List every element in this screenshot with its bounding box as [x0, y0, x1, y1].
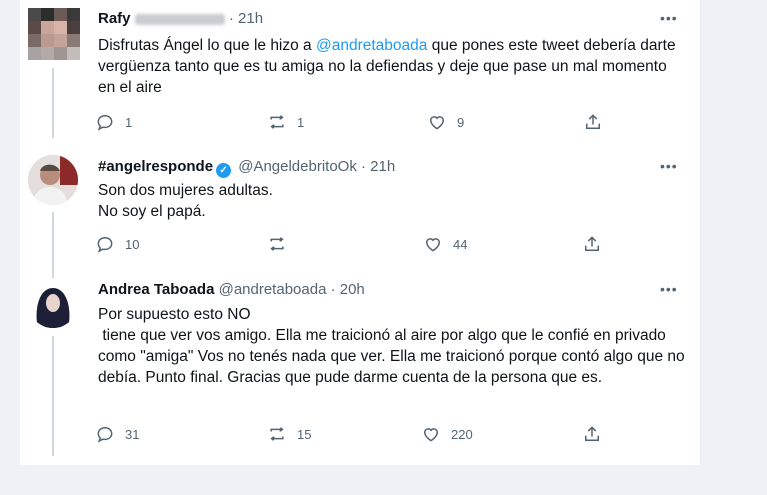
retweet-button[interactable]: 1 [267, 112, 304, 132]
tweet-text: Disfrutas Ángel lo que le hizo a @andret… [98, 35, 688, 98]
author-name[interactable]: Rafy [98, 10, 131, 27]
retweet-icon [270, 427, 284, 441]
like-count: 9 [457, 114, 465, 130]
thread-line [52, 68, 54, 138]
reply-count: 10 [125, 236, 140, 252]
share-button[interactable] [582, 234, 612, 254]
like-button[interactable]: 44 [423, 234, 467, 254]
heart-icon [423, 428, 439, 442]
reply-icon [97, 236, 113, 253]
retweet-button[interactable]: 15 [267, 424, 311, 444]
verified-badge-icon: ✓ [216, 163, 232, 178]
share-icon [585, 426, 599, 441]
share-button[interactable] [583, 112, 613, 132]
more-options-icon[interactable]: ••• [660, 281, 678, 297]
author-handle[interactable]: @AngeldebritoOk · 21h [238, 158, 395, 175]
avatar-image [28, 155, 78, 205]
reply-button[interactable]: 1 [95, 112, 132, 132]
share-button[interactable] [582, 424, 612, 444]
pixelated-avatar-image [28, 8, 80, 60]
retweet-count: 15 [297, 426, 312, 442]
like-button[interactable]: 220 [421, 424, 473, 444]
tweet-text: Por supuesto esto NO tiene que ver vos a… [98, 304, 688, 388]
reply-button[interactable]: 10 [95, 234, 139, 254]
avatar-image [28, 278, 78, 328]
retweet-button[interactable] [267, 234, 297, 254]
tweet-header: Andrea Taboada @andretaboada · 20h [98, 281, 365, 298]
tweet-time[interactable]: · 21h [229, 10, 263, 27]
reply-button[interactable]: 31 [95, 424, 139, 444]
heart-icon [425, 238, 441, 252]
more-options-icon[interactable]: ••• [660, 10, 678, 26]
avatar-pixelated[interactable] [28, 8, 80, 60]
like-count: 44 [453, 236, 468, 252]
reply-icon [97, 114, 113, 131]
tweet-line: No soy el papá. [98, 203, 206, 220]
share-icon [585, 236, 599, 251]
tweet-actions: 1 1 9 [95, 112, 635, 134]
mention-link[interactable]: @andretaboada [316, 37, 427, 54]
share-icon [586, 114, 600, 129]
retweet-icon [270, 115, 284, 129]
tweet-text-part: Disfrutas Ángel lo que le hizo a [98, 37, 316, 54]
reply-icon [97, 426, 113, 443]
like-button[interactable]: 9 [427, 112, 464, 132]
author-handle[interactable]: @andretaboada · 20h [219, 281, 365, 298]
avatar[interactable] [28, 155, 78, 205]
tweet-actions: 31 15 220 [95, 424, 635, 446]
blurred-handle [134, 13, 225, 25]
reply-count: 1 [125, 114, 133, 130]
tweet-header: Rafy · 21h [98, 10, 263, 27]
tweet-text: Son dos mujeres adultas. No soy el papá. [98, 180, 688, 222]
tweet-line: Son dos mujeres adultas. [98, 182, 273, 199]
thread-line [52, 212, 54, 282]
author-name[interactable]: #angelresponde [98, 158, 213, 175]
tweet-line: Por supuesto esto NO [98, 306, 251, 323]
heart-icon [429, 116, 445, 130]
tweet-header: #angelresponde ✓ @AngeldebritoOk · 21h [98, 158, 395, 178]
reply-count: 31 [125, 426, 140, 442]
more-options-icon[interactable]: ••• [660, 158, 678, 174]
retweet-icon [270, 237, 284, 251]
thread-line [52, 336, 54, 456]
tweet-line: tiene que ver vos amigo. Ella me traicio… [98, 327, 689, 386]
like-count: 220 [451, 426, 473, 442]
tweet-thread: Rafy · 21h ••• Disfrutas Ángel lo que le… [20, 0, 701, 465]
retweet-count: 1 [297, 114, 305, 130]
avatar[interactable] [28, 278, 78, 328]
tweet-actions: 10 44 [95, 234, 635, 256]
author-name[interactable]: Andrea Taboada [98, 281, 214, 298]
